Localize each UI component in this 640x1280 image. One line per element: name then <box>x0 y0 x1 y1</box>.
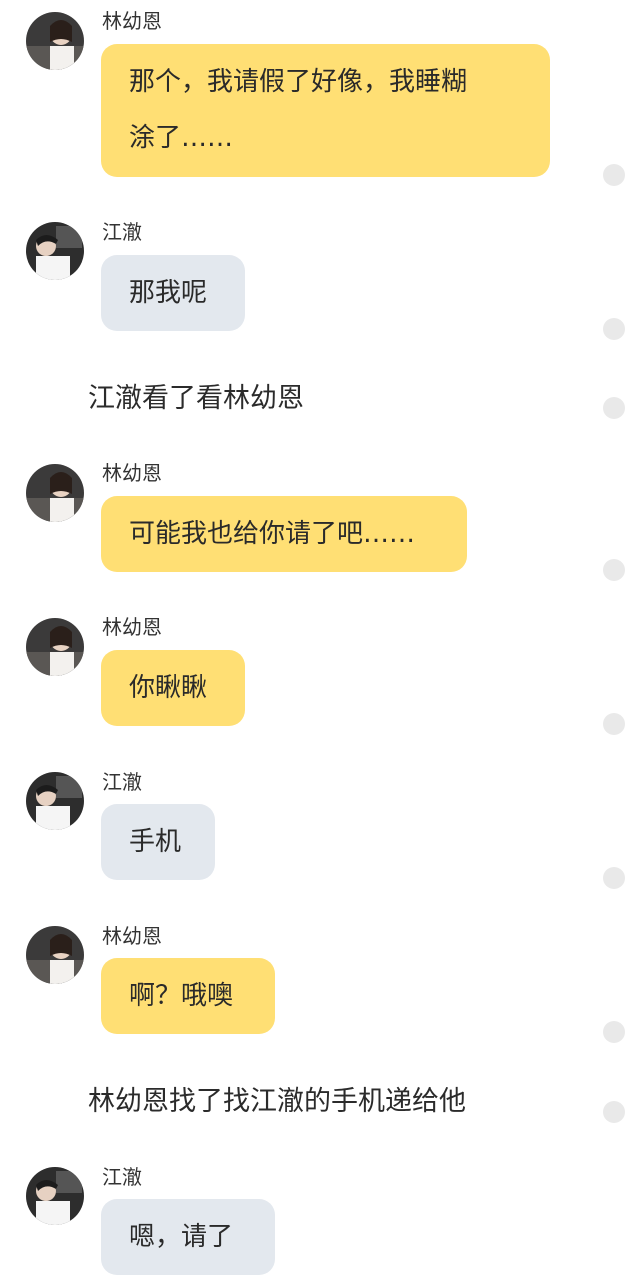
sender-name: 江澈 <box>102 1165 142 1189</box>
comment-dot-icon[interactable] <box>603 1021 625 1043</box>
avatar-jiang-che[interactable] <box>26 772 84 830</box>
narration-text: 江澈看了看林幼恩 <box>88 383 304 414</box>
comment-dot-icon[interactable] <box>603 559 625 581</box>
portrait-icon <box>26 1167 84 1225</box>
comment-dot-icon[interactable] <box>603 713 625 735</box>
comment-dot-icon[interactable] <box>603 318 625 340</box>
narration-text: 林幼恩找了找江澈的手机递给他 <box>88 1086 466 1117</box>
comment-dot-icon[interactable] <box>603 397 625 419</box>
avatar-jiang-che[interactable] <box>26 222 84 280</box>
comment-dot-icon[interactable] <box>603 1101 625 1123</box>
sender-name: 林幼恩 <box>102 461 162 485</box>
sender-name: 林幼恩 <box>102 9 162 33</box>
avatar-lin-youen[interactable] <box>26 12 84 70</box>
portrait-icon <box>26 464 84 522</box>
portrait-icon <box>26 926 84 984</box>
sender-name: 林幼恩 <box>102 924 162 948</box>
comment-dot-icon[interactable] <box>603 164 625 186</box>
portrait-icon <box>26 222 84 280</box>
sender-name: 江澈 <box>102 770 142 794</box>
portrait-icon <box>26 12 84 70</box>
avatar-lin-youen[interactable] <box>26 926 84 984</box>
avatar-lin-youen[interactable] <box>26 618 84 676</box>
message-bubble[interactable]: 手机 <box>101 804 215 880</box>
comment-dot-icon[interactable] <box>603 867 625 889</box>
avatar-jiang-che[interactable] <box>26 1167 84 1225</box>
message-bubble[interactable]: 嗯，请了 <box>101 1199 275 1275</box>
message-bubble[interactable]: 那个，我请假了好像，我睡糊 涂了…… <box>101 44 550 177</box>
message-bubble[interactable]: 你瞅瞅 <box>101 650 245 726</box>
sender-name: 林幼恩 <box>102 615 162 639</box>
portrait-icon <box>26 772 84 830</box>
portrait-icon <box>26 618 84 676</box>
message-bubble[interactable]: 啊？哦噢 <box>101 958 275 1034</box>
message-bubble[interactable]: 那我呢 <box>101 255 245 331</box>
message-bubble[interactable]: 可能我也给你请了吧…… <box>101 496 467 572</box>
avatar-lin-youen[interactable] <box>26 464 84 522</box>
sender-name: 江澈 <box>102 220 142 244</box>
